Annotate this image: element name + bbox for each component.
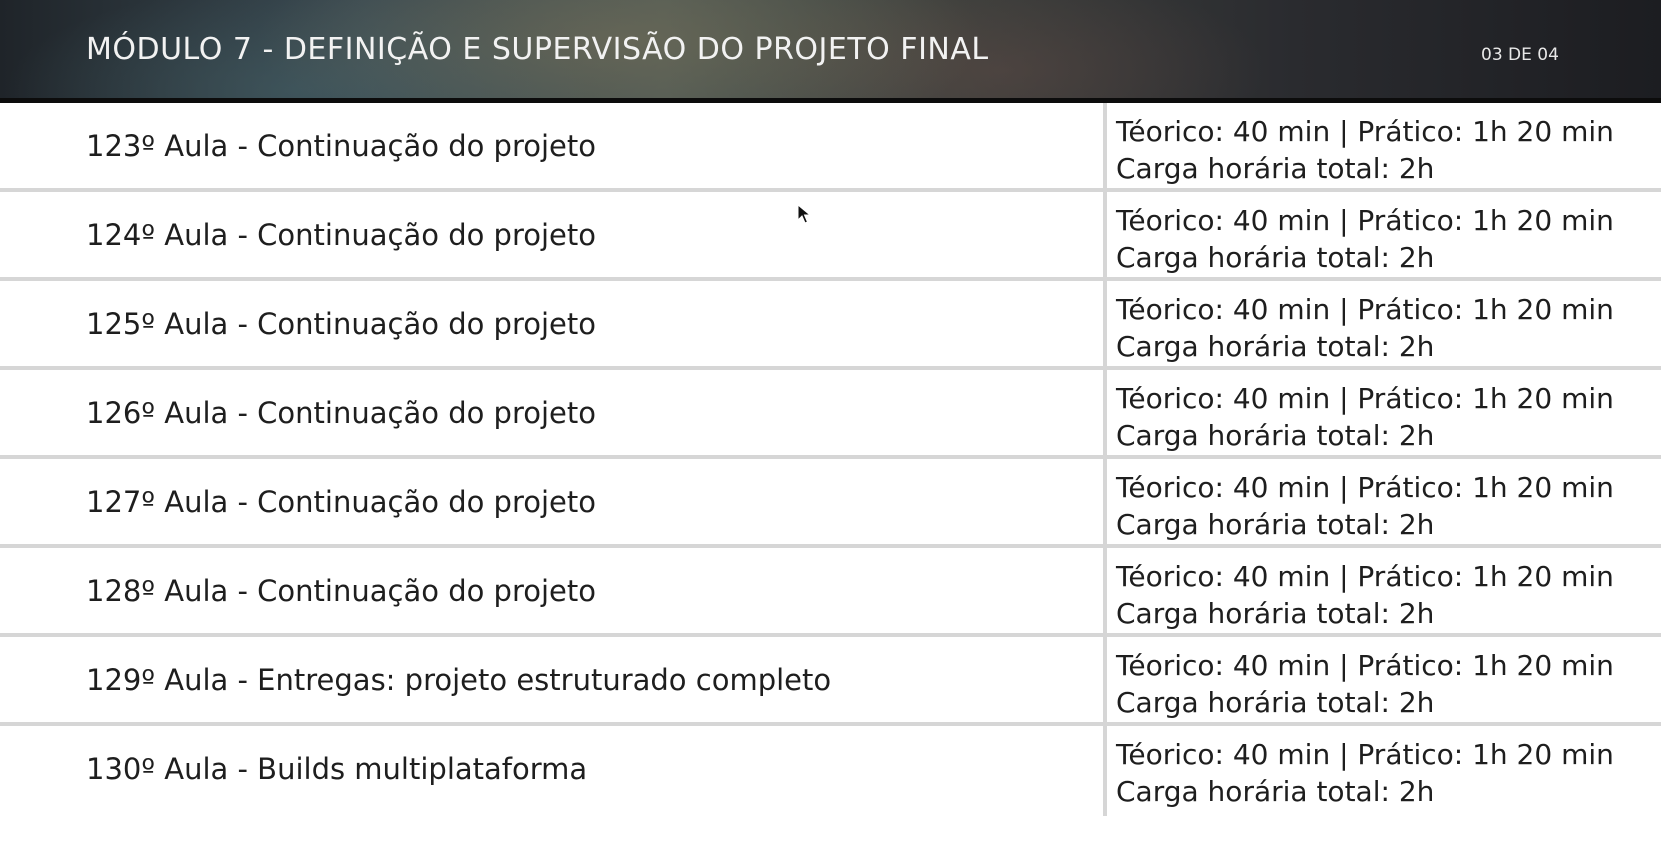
hours-breakdown: Téorico: 40 min | Prático: 1h 20 min bbox=[1116, 115, 1614, 148]
column-divider bbox=[1103, 459, 1107, 544]
lesson-hours: Téorico: 40 min | Prático: 1h 20 min Car… bbox=[1116, 469, 1614, 543]
lesson-title: 129º Aula - Entregas: projeto estruturad… bbox=[86, 663, 832, 697]
column-divider bbox=[1103, 548, 1107, 633]
column-divider bbox=[1103, 370, 1107, 455]
table-row: 124º Aula - Continuação do projeto Téori… bbox=[0, 192, 1661, 281]
page-indicator: 03 DE 04 bbox=[1481, 45, 1559, 65]
mouse-pointer-icon bbox=[797, 204, 811, 224]
column-divider bbox=[1103, 281, 1107, 366]
module-header: MÓDULO 7 - DEFINIÇÃO E SUPERVISÃO DO PRO… bbox=[0, 0, 1661, 103]
hours-total: Carga horária total: 2h bbox=[1116, 241, 1435, 274]
module-title: MÓDULO 7 - DEFINIÇÃO E SUPERVISÃO DO PRO… bbox=[86, 32, 989, 67]
hours-total: Carga horária total: 2h bbox=[1116, 152, 1435, 185]
lesson-hours: Téorico: 40 min | Prático: 1h 20 min Car… bbox=[1116, 113, 1614, 187]
lesson-title: 125º Aula - Continuação do projeto bbox=[86, 307, 597, 341]
column-divider bbox=[1103, 103, 1107, 188]
hours-total: Carga horária total: 2h bbox=[1116, 508, 1435, 541]
hours-total: Carga horária total: 2h bbox=[1116, 330, 1435, 363]
hours-total: Carga horária total: 2h bbox=[1116, 686, 1435, 719]
column-divider bbox=[1103, 192, 1107, 277]
lesson-hours: Téorico: 40 min | Prático: 1h 20 min Car… bbox=[1116, 647, 1614, 721]
hours-breakdown: Téorico: 40 min | Prático: 1h 20 min bbox=[1116, 649, 1614, 682]
lesson-title: 128º Aula - Continuação do projeto bbox=[86, 574, 597, 608]
table-row: 126º Aula - Continuação do projeto Téori… bbox=[0, 370, 1661, 459]
lesson-hours: Téorico: 40 min | Prático: 1h 20 min Car… bbox=[1116, 558, 1614, 632]
hours-breakdown: Téorico: 40 min | Prático: 1h 20 min bbox=[1116, 382, 1614, 415]
hours-total: Carga horária total: 2h bbox=[1116, 597, 1435, 630]
table-row: 130º Aula - Builds multiplataforma Téori… bbox=[0, 726, 1661, 816]
table-row: 129º Aula - Entregas: projeto estruturad… bbox=[0, 637, 1661, 726]
hours-total: Carga horária total: 2h bbox=[1116, 775, 1435, 808]
hours-breakdown: Téorico: 40 min | Prático: 1h 20 min bbox=[1116, 471, 1614, 504]
table-row: 125º Aula - Continuação do projeto Téori… bbox=[0, 281, 1661, 370]
lesson-title: 130º Aula - Builds multiplataforma bbox=[86, 752, 588, 786]
column-divider bbox=[1103, 637, 1107, 722]
lesson-hours: Téorico: 40 min | Prático: 1h 20 min Car… bbox=[1116, 291, 1614, 365]
hours-breakdown: Téorico: 40 min | Prático: 1h 20 min bbox=[1116, 560, 1614, 593]
lesson-hours: Téorico: 40 min | Prático: 1h 20 min Car… bbox=[1116, 736, 1614, 810]
hours-breakdown: Téorico: 40 min | Prático: 1h 20 min bbox=[1116, 738, 1614, 771]
hours-breakdown: Téorico: 40 min | Prático: 1h 20 min bbox=[1116, 293, 1614, 326]
table-row: 123º Aula - Continuação do projeto Téori… bbox=[0, 103, 1661, 192]
hours-total: Carga horária total: 2h bbox=[1116, 419, 1435, 452]
table-row: 127º Aula - Continuação do projeto Téori… bbox=[0, 459, 1661, 548]
lesson-title: 126º Aula - Continuação do projeto bbox=[86, 396, 597, 430]
lesson-hours: Téorico: 40 min | Prático: 1h 20 min Car… bbox=[1116, 202, 1614, 276]
column-divider bbox=[1103, 726, 1107, 816]
lesson-title: 123º Aula - Continuação do projeto bbox=[86, 129, 597, 163]
lessons-table: 123º Aula - Continuação do projeto Téori… bbox=[0, 103, 1661, 816]
lesson-title: 124º Aula - Continuação do projeto bbox=[86, 218, 597, 252]
lesson-title: 127º Aula - Continuação do projeto bbox=[86, 485, 597, 519]
table-row: 128º Aula - Continuação do projeto Téori… bbox=[0, 548, 1661, 637]
hours-breakdown: Téorico: 40 min | Prático: 1h 20 min bbox=[1116, 204, 1614, 237]
lesson-hours: Téorico: 40 min | Prático: 1h 20 min Car… bbox=[1116, 380, 1614, 454]
